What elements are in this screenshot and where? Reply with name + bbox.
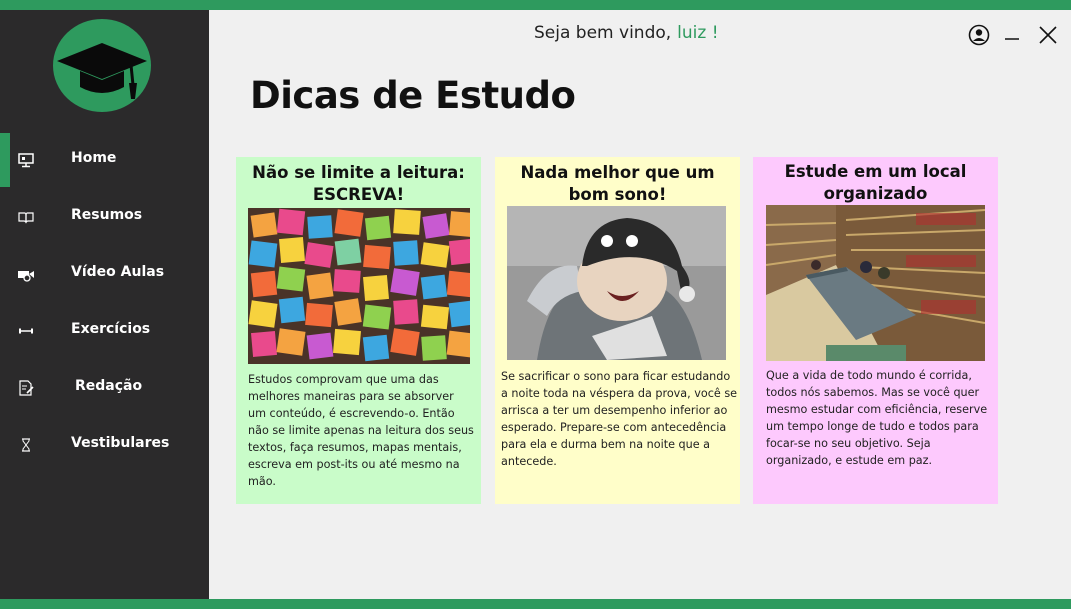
sidebar: Home Resumos Vídeo Aulas Exercícios Reda… (0, 10, 209, 599)
monitor-icon (18, 153, 34, 168)
tip-card-sleep: Nada melhor que um bom sono! Se sacrific… (495, 157, 740, 504)
edit-document-icon (19, 380, 34, 396)
username: luiz ! (677, 23, 719, 43)
bottom-accent-bar (0, 599, 1071, 609)
card-description: Se sacrificar o sono para ficar estudand… (501, 370, 738, 468)
sidebar-item-redacao[interactable]: Redação (0, 361, 209, 415)
sidebar-item-label: Redação (75, 378, 143, 394)
sidebar-item-video-aulas[interactable]: Vídeo Aulas (0, 247, 209, 301)
tip-card-organized: Estude em um local organizado Que a vida… (753, 157, 998, 504)
card-title: Estude em um local organizado (784, 162, 967, 203)
sidebar-item-resumos[interactable]: Resumos (0, 190, 209, 244)
sidebar-item-label: Vídeo Aulas (71, 264, 165, 280)
tip-card-write: Não se limite a leitura: ESCREVA! Estudo… (236, 157, 481, 504)
book-icon (18, 212, 34, 224)
graduation-cap-logo (53, 19, 151, 112)
close-icon (1039, 26, 1057, 44)
sidebar-item-vestibulares[interactable]: Vestibulares (0, 418, 209, 472)
welcome-text: Seja bem vindo, (534, 23, 672, 43)
minimize-button[interactable] (1002, 24, 1024, 46)
user-icon (968, 24, 990, 46)
welcome-message: Seja bem vindo, luiz ! (534, 23, 719, 43)
sidebar-item-label: Home (71, 150, 117, 166)
sidebar-item-home[interactable]: Home (0, 133, 209, 187)
sidebar-item-label: Vestibulares (71, 435, 170, 451)
page-title: Dicas de Estudo (250, 74, 576, 117)
sidebar-item-label: Exercícios (71, 321, 151, 337)
card-description: Estudos comprovam que uma das melhores m… (248, 373, 474, 488)
sidebar-item-label: Resumos (71, 207, 143, 223)
dumbbell-icon (19, 328, 33, 334)
minimize-icon (1005, 38, 1019, 40)
active-indicator (0, 133, 10, 187)
card-description: Que a vida de todo mundo é corrida, todo… (766, 369, 988, 467)
sidebar-item-exercicios[interactable]: Exercícios (0, 304, 209, 358)
sleepy-character-image (507, 206, 726, 360)
card-title: Nada melhor que um bom sono! (520, 163, 715, 204)
card-title: Não se limite a leitura: ESCREVA! (252, 163, 465, 204)
library-image (766, 205, 985, 361)
video-camera-icon (18, 271, 34, 282)
top-accent-bar (0, 0, 1071, 10)
user-profile-button[interactable] (968, 24, 990, 46)
hourglass-icon (22, 438, 30, 452)
close-button[interactable] (1037, 24, 1059, 46)
sticky-notes-image (248, 208, 470, 364)
